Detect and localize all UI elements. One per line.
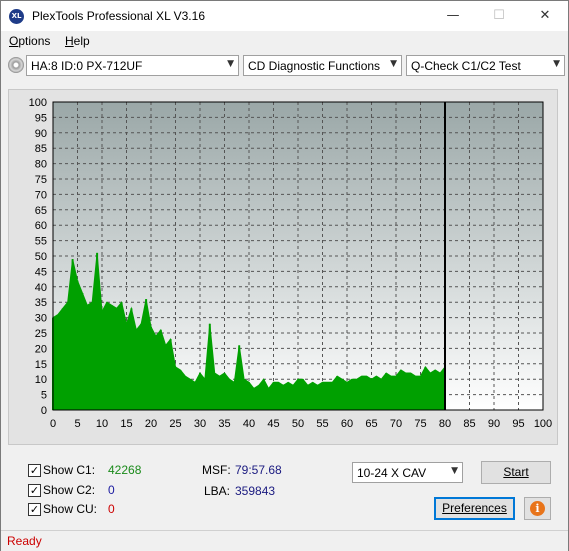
c1-count-value: 42268	[108, 463, 142, 477]
y-tick-label: 20	[35, 343, 47, 355]
chevron-down-icon: ▼	[390, 59, 397, 69]
msf-value: 79:57.68	[235, 463, 282, 477]
x-tick-label: 65	[365, 418, 377, 430]
y-tick-label: 0	[41, 405, 47, 417]
x-tick-label: 20	[145, 418, 157, 430]
show-c2-checkbox[interactable]: ✓	[28, 484, 41, 497]
drive-select[interactable]: HA:8 ID:0 PX-712UF ▼	[26, 55, 239, 76]
show-c1-label: Show C1:	[43, 463, 96, 477]
menu-help-label: elp	[73, 34, 90, 48]
x-tick-label: 40	[243, 418, 255, 430]
y-tick-label: 50	[35, 251, 47, 263]
menu-bar: Options Help	[1, 31, 568, 51]
y-tick-label: 100	[29, 97, 47, 109]
info-button[interactable]: i	[524, 497, 551, 520]
menu-help[interactable]: Help	[65, 34, 90, 48]
x-tick-label: 45	[267, 418, 279, 430]
y-tick-label: 70	[35, 189, 47, 201]
test-select[interactable]: Q-Check C1/C2 Test ▼	[406, 55, 565, 76]
speed-select[interactable]: 10-24 X CAV ▼	[352, 462, 463, 483]
menu-options-label: ptions	[18, 34, 51, 48]
x-tick-label: 50	[292, 418, 304, 430]
y-tick-label: 15	[35, 359, 47, 371]
x-tick-label: 0	[50, 418, 56, 430]
show-c1-checkbox[interactable]: ✓	[28, 464, 41, 477]
x-tick-label: 80	[439, 418, 451, 430]
app-window: XL PlexTools Professional XL V3.16 — ☐ ✕…	[0, 0, 569, 551]
x-tick-label: 25	[169, 418, 181, 430]
preferences-button[interactable]: Preferences	[434, 497, 515, 520]
function-select[interactable]: CD Diagnostic Functions ▼	[243, 55, 402, 76]
show-cu-checkbox[interactable]: ✓	[28, 503, 41, 516]
y-tick-label: 45	[35, 266, 47, 278]
y-tick-label: 10	[35, 374, 47, 386]
start-button[interactable]: Start	[481, 461, 551, 484]
x-tick-label: 5	[74, 418, 80, 430]
x-tick-label: 85	[463, 418, 475, 430]
start-button-label: Start	[503, 465, 529, 479]
y-tick-label: 30	[35, 313, 47, 325]
title-bar: XL PlexTools Professional XL V3.16 — ☐ ✕	[1, 1, 568, 31]
y-tick-label: 90	[35, 128, 47, 140]
cd-drive-icon	[8, 57, 24, 73]
x-tick-label: 55	[316, 418, 328, 430]
y-tick-label: 25	[35, 328, 47, 340]
y-tick-label: 35	[35, 297, 47, 309]
chevron-down-icon: ▼	[227, 59, 234, 69]
chevron-down-icon: ▼	[451, 466, 458, 476]
window-title: PlexTools Professional XL V3.16	[32, 9, 205, 23]
info-icon: i	[530, 501, 545, 516]
msf-label: MSF:	[202, 463, 231, 477]
x-tick-label: 100	[534, 418, 552, 430]
y-tick-label: 85	[35, 143, 47, 155]
y-tick-label: 65	[35, 205, 47, 217]
show-cu-label: Show CU:	[43, 502, 98, 516]
c2-count-value: 0	[108, 483, 115, 497]
lba-value: 359843	[235, 484, 276, 498]
x-tick-label: 60	[341, 418, 353, 430]
x-tick-label: 30	[194, 418, 206, 430]
x-tick-label: 70	[390, 418, 402, 430]
x-tick-label: 75	[414, 418, 426, 430]
menu-options-accel: O	[9, 34, 19, 48]
x-tick-label: 95	[512, 418, 524, 430]
y-tick-label: 60	[35, 220, 47, 232]
menu-help-accel: H	[65, 34, 74, 48]
show-c2-label: Show C2:	[43, 483, 96, 497]
y-tick-label: 55	[35, 236, 47, 248]
function-select-value: CD Diagnostic Functions	[248, 59, 381, 73]
y-axis-labels: 0 5 10 15 20 25 30 35 40 45 50 55 60 65 70 75 80 85 90 95 10…	[29, 97, 47, 417]
maximize-button[interactable]: ☐	[476, 1, 522, 31]
y-tick-label: 95	[35, 112, 47, 124]
x-tick-label: 90	[488, 418, 500, 430]
chart-panel: 0 5 10 15 20 25 30 35 40 45 50 55 60 65 70 75 80 85 90 95 10…	[8, 89, 558, 445]
c1-c2-chart: 0 5 10 15 20 25 30 35 40 45 50 55 60 65 70 75 80 85 90 95 10…	[29, 97, 553, 430]
status-text: Ready	[7, 534, 42, 548]
app-logo-icon: XL	[9, 9, 24, 24]
close-button[interactable]: ✕	[522, 1, 568, 31]
cu-count-value: 0	[108, 502, 115, 516]
x-tick-label: 15	[120, 418, 132, 430]
x-tick-label: 35	[218, 418, 230, 430]
menu-options[interactable]: Options	[9, 34, 50, 48]
y-tick-label: 80	[35, 159, 47, 171]
status-bar: Ready	[1, 530, 568, 551]
preferences-button-label: Preferences	[442, 501, 507, 515]
test-select-value: Q-Check C1/C2 Test	[411, 59, 521, 73]
y-tick-label: 5	[41, 390, 47, 402]
x-tick-label: 10	[96, 418, 108, 430]
x-axis-labels: 0 5 10 15 20 25 30 35 40 45 50 55 60 65 70 75 80 85 90 95 10…	[50, 418, 552, 430]
y-tick-label: 40	[35, 282, 47, 294]
y-tick-label: 75	[35, 174, 47, 186]
minimize-button[interactable]: —	[430, 1, 476, 31]
chevron-down-icon: ▼	[553, 59, 560, 69]
drive-select-value: HA:8 ID:0 PX-712UF	[31, 59, 143, 73]
lba-label: LBA:	[204, 484, 231, 498]
speed-select-value: 10-24 X CAV	[357, 466, 427, 480]
